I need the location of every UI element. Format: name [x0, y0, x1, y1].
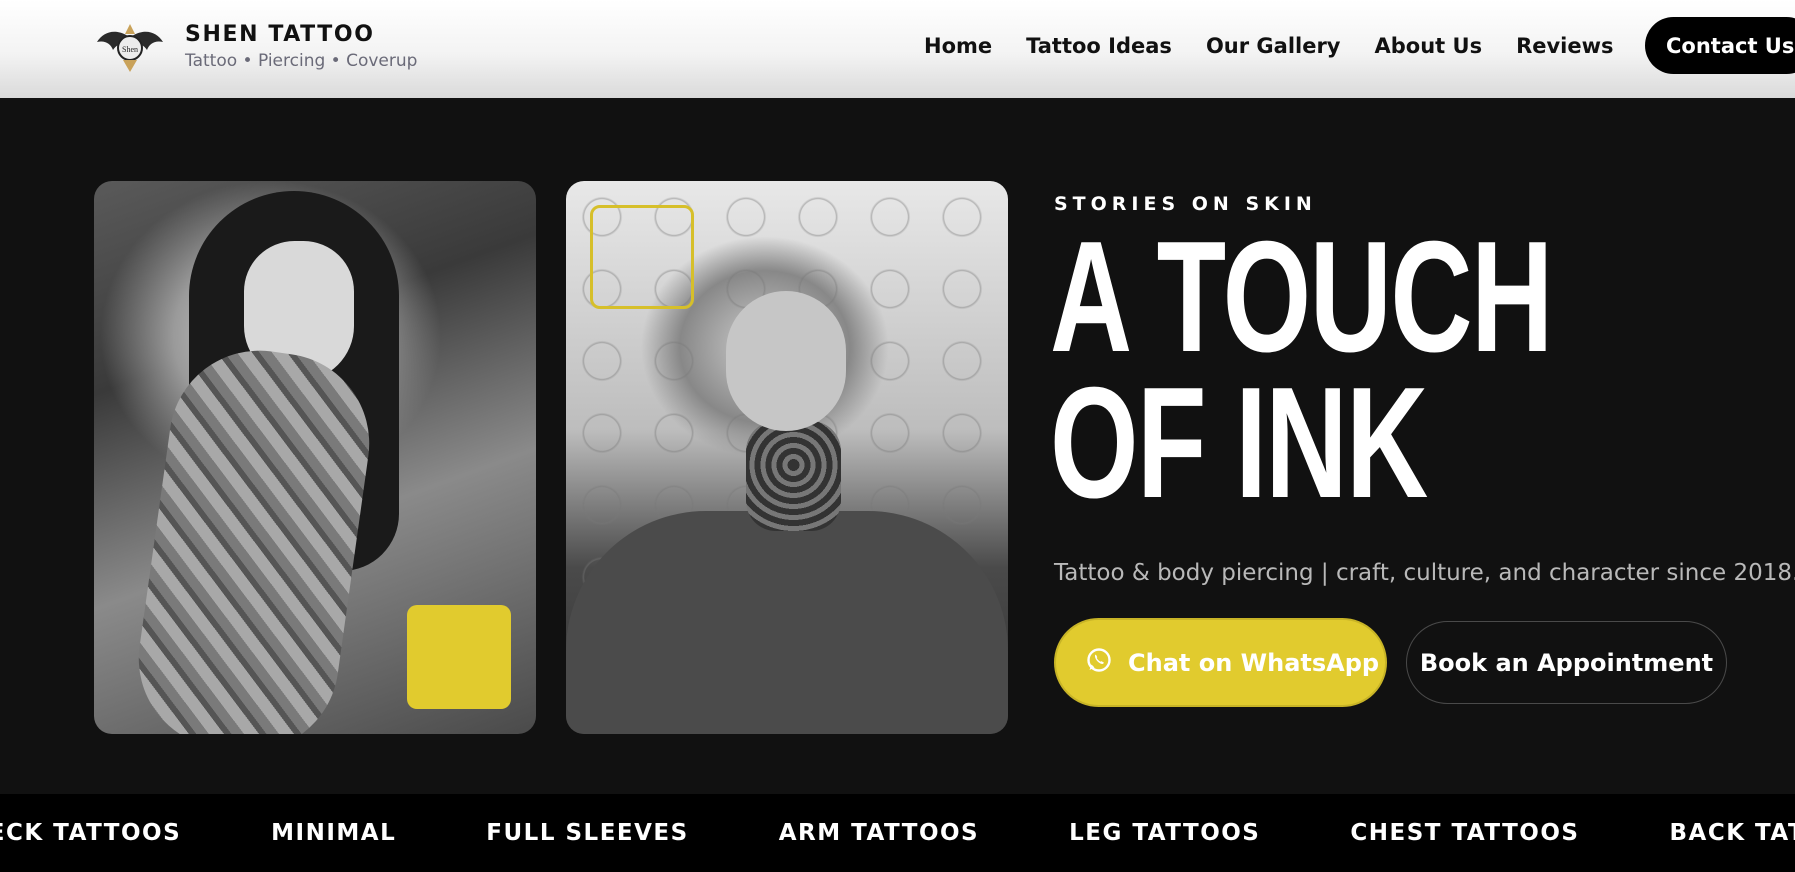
- site-header: Shen SHEN TATTOO Tattoo • Piercing • Cov…: [0, 0, 1795, 98]
- whatsapp-icon: [1086, 647, 1112, 678]
- marquee-item[interactable]: ARM TATTOOS: [779, 820, 979, 846]
- winged-skull-logo-icon: Shen: [95, 18, 165, 74]
- photo-tattooed-arm-shape: [127, 339, 381, 734]
- decorative-yellow-square: [407, 605, 511, 709]
- contact-us-button[interactable]: Contact Us: [1645, 17, 1795, 74]
- main-nav: Home Tattoo Ideas Our Gallery About Us R…: [924, 28, 1648, 64]
- marquee-item[interactable]: LEG TATTOOS: [1069, 820, 1260, 846]
- nav-link-about-us[interactable]: About Us: [1375, 28, 1483, 64]
- whatsapp-button-label: Chat on WhatsApp: [1128, 648, 1380, 677]
- brand-name: SHEN TATTOO: [185, 21, 375, 47]
- hero-title-line-1: A TOUCH: [1050, 209, 1553, 385]
- nav-link-our-gallery[interactable]: Our Gallery: [1206, 28, 1341, 64]
- marquee-item[interactable]: FULL SLEEVES: [486, 820, 688, 846]
- brand-tagline: Tattoo • Piercing • Coverup: [185, 50, 418, 71]
- category-marquee: NECK TATTOOS MINIMAL FULL SLEEVES ARM TA…: [0, 794, 1795, 872]
- hero-subtitle: Tattoo & body piercing | craft, culture,…: [1054, 560, 1795, 586]
- marquee-item[interactable]: BACK TATTOOS: [1669, 820, 1795, 846]
- photo-neck-tattoo-shape: [746, 421, 841, 531]
- brand-text: SHEN TATTOO Tattoo • Piercing • Coverup: [185, 22, 417, 71]
- nav-link-reviews[interactable]: Reviews: [1516, 28, 1613, 64]
- chat-on-whatsapp-button[interactable]: Chat on WhatsApp: [1054, 618, 1387, 707]
- photo-head-shape: [726, 291, 846, 431]
- marquee-track: NECK TATTOOS MINIMAL FULL SLEEVES ARM TA…: [0, 794, 1795, 872]
- brand[interactable]: Shen SHEN TATTOO Tattoo • Piercing • Cov…: [95, 18, 417, 74]
- hero-title: A TOUCH OF INK: [1050, 209, 1553, 531]
- nav-link-home[interactable]: Home: [924, 28, 992, 64]
- photo-shirt-shape: [566, 511, 1008, 734]
- marquee-item[interactable]: NECK TATTOOS: [0, 820, 181, 846]
- marquee-item[interactable]: MINIMAL: [271, 820, 396, 846]
- book-appointment-button[interactable]: Book an Appointment: [1406, 621, 1727, 704]
- hero-title-line-2: OF INK: [1050, 355, 1428, 531]
- marquee-item[interactable]: CHEST TATTOOS: [1350, 820, 1579, 846]
- svg-text:Shen: Shen: [122, 45, 138, 54]
- nav-link-tattoo-ideas[interactable]: Tattoo Ideas: [1026, 28, 1172, 64]
- decorative-outline-square: [590, 205, 694, 309]
